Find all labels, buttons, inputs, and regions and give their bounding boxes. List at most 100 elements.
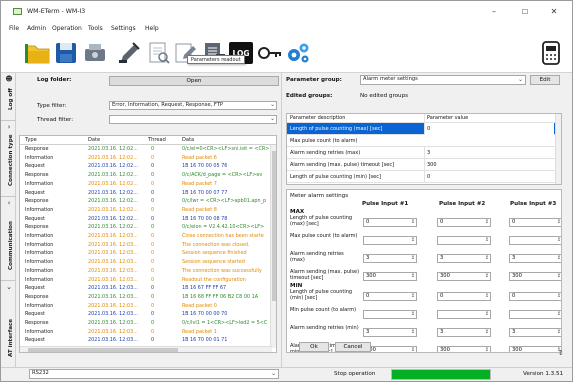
spinner-updown-icon[interactable]: ↕ — [411, 255, 415, 262]
pulse-input-2-spinner[interactable]: 0 ↕ — [437, 292, 491, 301]
close-button[interactable]: ✕ — [543, 5, 565, 19]
spinner-updown-icon[interactable]: ↕ — [557, 273, 561, 280]
pulse-input-1-spinner[interactable]: 3 ↕ — [363, 254, 417, 263]
parameter-row[interactable]: Max pulse count (to alarm) — [287, 135, 557, 147]
table-row[interactable]: Information 2021.03.16. 12:02... 0 Read pac… — [20, 207, 272, 215]
spinner-updown-icon[interactable]: ↕ — [557, 237, 561, 244]
menu-settings[interactable]: Settings — [111, 25, 136, 32]
table-row[interactable]: Request 2021.03.16. 12:02... 0 1B 16 70 00 … — [20, 190, 272, 198]
pulse-input-2-spinner[interactable]: 0 ↕ — [437, 218, 491, 227]
parameter-row[interactable]: Length of pulse counting (max) [sec] 0 — [287, 123, 557, 135]
table-row[interactable]: Information 2021.03.16. 12:03... 0 Session … — [20, 250, 272, 258]
pulse-input-2-spinner[interactable]: 300 ↕ — [437, 272, 491, 281]
parameter-table-scrollbar[interactable] — [555, 114, 561, 184]
tab-at-interface[interactable]: ⌄ AT interface — [1, 281, 16, 367]
pulse-input-1-spinner[interactable]: 300↕ — [363, 272, 417, 281]
pulse-input-1-spinner[interactable]: 0 ↕ — [363, 218, 417, 227]
pulse-input-1-spinner[interactable]: 300↕ — [363, 346, 417, 352]
spinner-updown-icon[interactable]: ↕ — [485, 329, 489, 336]
parameter-group-select[interactable]: Alarm meter settings — [360, 75, 526, 85]
parameters-readout-icon[interactable] — [146, 40, 172, 66]
spinner-updown-icon[interactable]: ↕ — [557, 311, 561, 318]
spinner-updown-icon[interactable]: ↕ — [485, 293, 489, 300]
col-date[interactable]: Date — [88, 137, 100, 143]
pulse-input-3-spinner[interactable]: 3 ↕ — [509, 254, 561, 263]
maximize-button[interactable]: ☐ — [514, 5, 536, 19]
open-folder-icon[interactable] — [25, 40, 51, 66]
pulse-input-1-spinner[interactable]: ↕ — [363, 236, 417, 245]
key-icon[interactable] — [257, 40, 283, 66]
connection-icon[interactable] — [82, 40, 108, 66]
menu-tools[interactable]: Tools — [88, 25, 103, 32]
ok-button[interactable]: Ok — [299, 342, 329, 352]
table-row[interactable]: Request 2021.03.16. 12:02... 0 1B 16 70 00 … — [20, 163, 272, 171]
pulse-input-2-spinner[interactable]: 3 ↕ — [437, 254, 491, 263]
menu-help[interactable]: Help — [145, 25, 159, 32]
col-data[interactable]: Data — [182, 137, 194, 143]
minimize-button[interactable]: – — [483, 5, 505, 19]
pulse-input-2-spinner[interactable]: ↕ — [437, 236, 491, 245]
tab-communication[interactable]: ‹ Communication — [1, 197, 16, 281]
table-row[interactable]: Response 2021.03.16. 12:02... 0 0/c/eion = … — [20, 224, 272, 232]
open-log-folder-button[interactable]: Open — [109, 76, 279, 86]
log-horizontal-scrollbar[interactable] — [20, 346, 272, 352]
table-row[interactable]: Response 2021.03.16. 12:03... 0 0/c/lvl1 = … — [20, 320, 272, 328]
menu-operation[interactable]: Operation — [52, 25, 82, 32]
cancel-button[interactable]: Cancel — [335, 342, 371, 352]
tab-log[interactable]: ☻ Log off — [1, 73, 16, 121]
spinner-updown-icon[interactable]: ↕ — [411, 273, 415, 280]
spinner-updown-icon[interactable]: ↕ — [411, 219, 415, 226]
table-row[interactable]: Response 2021.03.16. 12:02... 0 0/c/lwr = <… — [20, 198, 272, 206]
pulse-input-3-spinner[interactable]: 300 ↕ — [509, 272, 561, 281]
col-thread[interactable]: Thread — [148, 137, 166, 143]
table-row[interactable]: Request 2021.03.16. 12:03... 0 1B 16 70 00 … — [20, 337, 272, 345]
spinner-updown-icon[interactable]: ↕ — [485, 237, 489, 244]
spinner-updown-icon[interactable]: ↕ — [411, 347, 415, 352]
type-filter-select[interactable]: Error, Information, Request, Response, F… — [109, 101, 277, 110]
log-table[interactable]: Type Date Thread Data Response 2021.03.16… — [19, 135, 277, 353]
spinner-updown-icon[interactable]: ↕ — [557, 255, 561, 262]
pulse-input-1-spinner[interactable]: 0 ↕ — [363, 292, 417, 301]
spinner-updown-icon[interactable]: ↕ — [411, 329, 415, 336]
parameter-row[interactable]: Length of pulse counting (min) [sec] 0 — [287, 171, 557, 183]
save-icon[interactable] — [53, 40, 79, 66]
thread-filter-select[interactable] — [109, 115, 277, 124]
parameter-row[interactable]: Alarm sending (max. pulse) timeout [sec]… — [287, 159, 557, 171]
log-vertical-scrollbar[interactable] — [270, 145, 276, 348]
table-row[interactable]: Request 2021.03.16. 12:03... 0 1B 16 70 00 … — [20, 311, 272, 319]
spinner-updown-icon[interactable]: ↕ — [485, 311, 489, 318]
table-row[interactable]: Information 2021.03.16. 12:03... 0 Readout … — [20, 277, 272, 285]
table-row[interactable]: Request 2021.03.16. 12:03... 0 1B 16 67 FF … — [20, 285, 272, 293]
table-row[interactable]: Information 2021.03.16. 12:03... 0 Read pac… — [20, 303, 272, 311]
table-row[interactable]: Information 2021.03.16. 12:03... 0 The conn… — [20, 268, 272, 276]
table-row[interactable]: Response 2021.03.16. 12:02... 0 0/c/el=0<CR… — [20, 146, 272, 154]
table-row[interactable]: Response 2021.03.16. 12:03... 0 1B 16 68 FF… — [20, 294, 272, 302]
pulse-input-2-spinner[interactable]: ↕ — [437, 310, 491, 319]
scroll-updown-icon[interactable]: ↕ — [558, 349, 564, 357]
spinner-updown-icon[interactable]: ↕ — [411, 311, 415, 318]
pulse-input-3-spinner[interactable]: 300 ↕ — [509, 346, 561, 352]
spinner-updown-icon[interactable]: ↕ — [411, 293, 415, 300]
spinner-updown-icon[interactable]: ↕ — [485, 347, 489, 352]
pulse-input-2-spinner[interactable]: 300 ↕ — [437, 346, 491, 352]
pulse-input-3-spinner[interactable]: 0 ↕ — [509, 218, 561, 227]
table-row[interactable]: Information 2021.03.16. 12:03... 0 Close co… — [20, 233, 272, 241]
spinner-updown-icon[interactable]: ↕ — [557, 329, 561, 336]
spinner-updown-icon[interactable]: ↕ — [485, 219, 489, 226]
parameter-table[interactable]: Parameter description Parameter value Le… — [286, 113, 562, 185]
pulse-input-1-spinner[interactable]: ↕ — [363, 310, 417, 319]
parameter-row[interactable]: Alarm sending retries (max) 3 — [287, 147, 557, 159]
menu-admin[interactable]: Admin — [27, 25, 46, 32]
settings-gears-icon[interactable] — [285, 40, 311, 66]
table-row[interactable]: Information 2021.03.16. 12:03... 0 Read pac… — [20, 329, 272, 337]
table-row[interactable]: Information 2021.03.16. 12:02... 0 Read pac… — [20, 155, 272, 163]
table-row[interactable]: Response 2021.03.16. 12:02... 0 0/c/ACK/d_p… — [20, 172, 272, 180]
edit-button[interactable]: Edit — [530, 75, 560, 85]
col-type[interactable]: Type — [25, 137, 37, 143]
spinner-updown-icon[interactable]: ↕ — [411, 237, 415, 244]
meter-device-icon[interactable] — [538, 40, 564, 66]
spinner-updown-icon[interactable]: ↕ — [485, 255, 489, 262]
table-row[interactable]: Information 2021.03.16. 12:02... 0 Read pac… — [20, 181, 272, 189]
menu-file[interactable]: File — [9, 25, 19, 32]
config-edit-icon[interactable] — [117, 40, 143, 66]
